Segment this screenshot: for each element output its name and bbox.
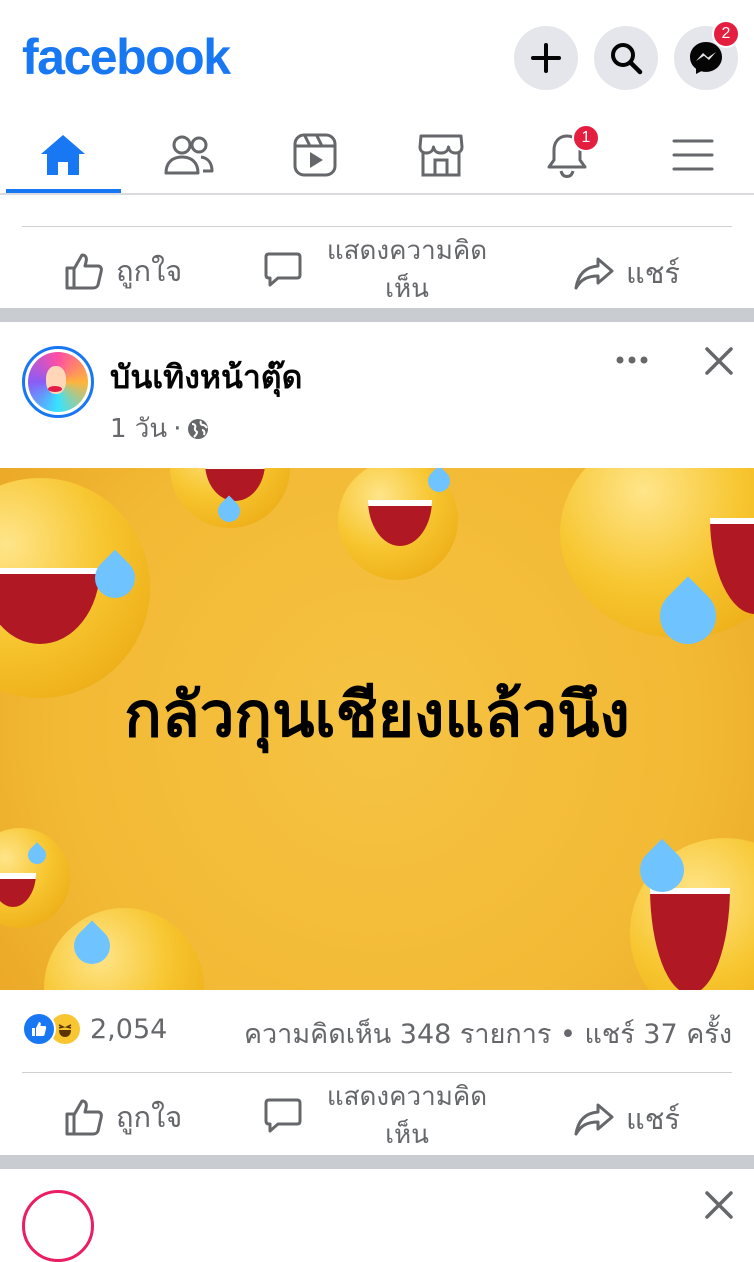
share-icon <box>574 1103 614 1136</box>
tab-watch[interactable] <box>260 120 370 190</box>
nav-divider <box>0 193 754 195</box>
post-image-text: กลัวกุนเชียงแล้วนึง <box>124 678 630 751</box>
reaction-count: 2,054 <box>90 1013 168 1045</box>
laughing-emoji-icon <box>0 828 70 928</box>
like-button[interactable]: ถูกใจ <box>64 248 182 294</box>
plus-icon <box>531 43 561 73</box>
facebook-logo[interactable]: facebook <box>22 28 231 86</box>
page-name[interactable]: บันเทิงหน้าตุ๊ด <box>110 352 302 403</box>
tab-notifications[interactable]: 1 <box>512 120 622 190</box>
video-icon <box>293 133 337 177</box>
laughing-emoji-icon <box>0 478 150 698</box>
next-post-avatar[interactable] <box>22 1190 94 1262</box>
marketplace-icon <box>418 134 464 177</box>
tab-menu[interactable] <box>638 120 748 190</box>
tab-friends[interactable] <box>134 120 244 190</box>
reactions-summary[interactable]: 2,054 <box>22 1012 167 1046</box>
hide-post-button[interactable] <box>704 346 734 376</box>
thumbs-up-icon <box>65 1099 103 1136</box>
share-label: แชร์ <box>626 1102 680 1136</box>
share-button[interactable]: แชร์ <box>574 250 680 296</box>
like-reaction-icon <box>22 1012 56 1046</box>
laughing-emoji-icon <box>44 908 204 990</box>
comments-shares-summary[interactable]: ความคิดเห็น 348 รายการ • แชร์ 37 ครั้ง <box>244 1012 732 1055</box>
notifications-badge: 1 <box>572 124 600 152</box>
close-icon <box>705 347 733 375</box>
action-divider <box>22 226 732 227</box>
comment-icon <box>264 252 302 287</box>
laughing-emoji-icon <box>170 468 290 528</box>
like-label: ถูกใจ <box>116 254 183 288</box>
hide-post-button[interactable] <box>704 1190 734 1220</box>
page-avatar[interactable] <box>22 346 94 418</box>
post-image[interactable]: กลัวกุนเชียงแล้วนึง <box>0 468 754 990</box>
menu-icon <box>672 139 714 171</box>
action-divider <box>22 1072 732 1073</box>
close-icon <box>705 1191 733 1219</box>
more-options-button[interactable] <box>614 350 650 370</box>
laughing-emoji-icon <box>630 838 754 990</box>
messenger-button[interactable]: 2 <box>674 20 740 90</box>
tab-marketplace[interactable] <box>386 120 496 190</box>
meta-dot: · <box>173 413 182 444</box>
laughing-emoji-icon <box>338 468 458 580</box>
thumbs-up-icon <box>65 253 103 290</box>
share-button[interactable]: แชร์ <box>574 1096 680 1142</box>
comment-icon <box>264 1098 302 1133</box>
laughing-emoji-icon <box>560 468 754 656</box>
feed-separator <box>0 1155 754 1169</box>
share-label: แชร์ <box>626 256 680 290</box>
feed-separator <box>0 308 754 322</box>
friends-icon <box>164 135 214 175</box>
share-icon <box>574 257 614 290</box>
comment-label: แสดงความคิดเห็น <box>326 1082 488 1150</box>
create-button[interactable] <box>514 26 578 90</box>
more-icon <box>616 356 648 364</box>
search-icon <box>611 43 643 75</box>
messenger-badge: 2 <box>712 20 740 48</box>
comment-button[interactable]: แสดงความคิดเห็น <box>264 232 502 308</box>
globe-icon <box>188 418 209 439</box>
like-label: ถูกใจ <box>116 1100 183 1134</box>
comment-button[interactable]: แสดงความคิดเห็น <box>264 1078 502 1154</box>
post-time[interactable]: 1 วัน <box>110 408 167 449</box>
post-meta: 1 วัน · <box>110 408 209 449</box>
home-icon <box>41 135 85 175</box>
comment-label: แสดงความคิดเห็น <box>326 236 488 304</box>
tab-home[interactable] <box>8 120 118 190</box>
like-button[interactable]: ถูกใจ <box>64 1094 182 1140</box>
search-button[interactable] <box>594 26 658 90</box>
